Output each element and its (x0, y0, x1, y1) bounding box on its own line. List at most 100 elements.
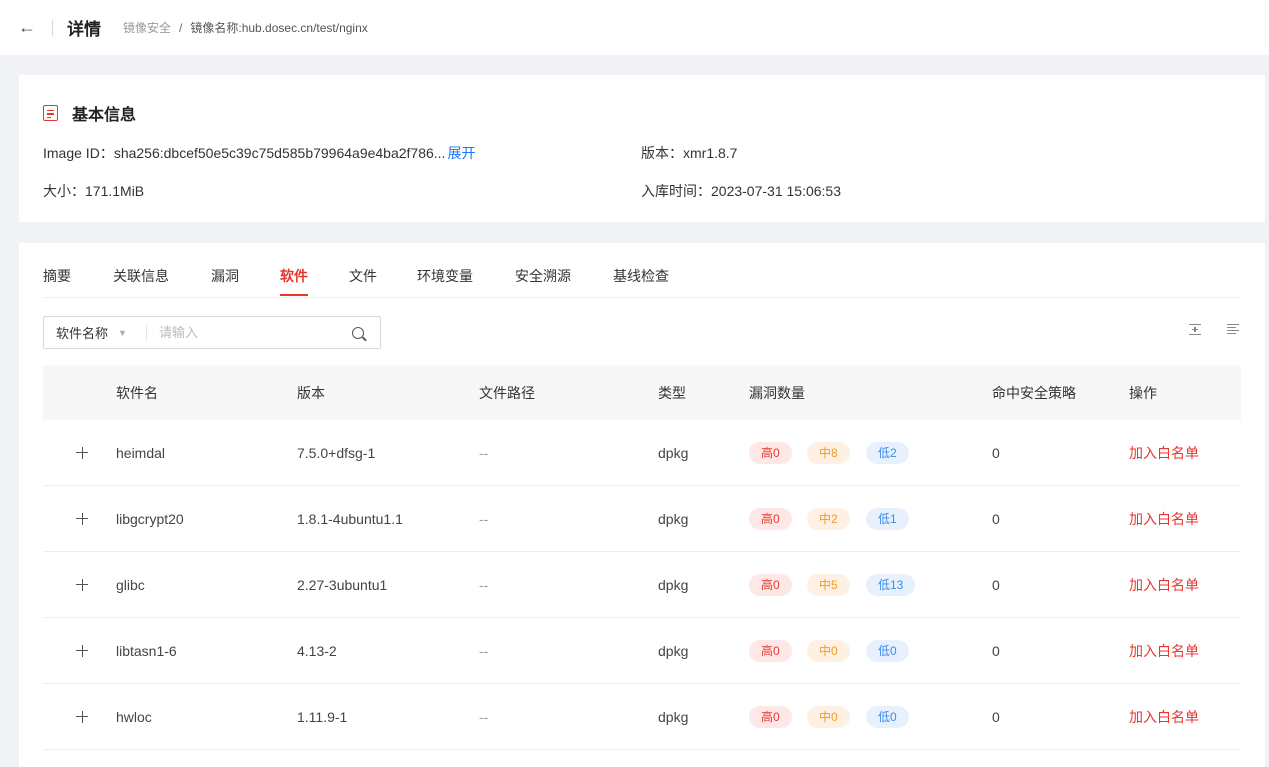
expand-link[interactable]: 展开 (447, 145, 475, 161)
table-header: 软件名 版本 文件路径 类型 漏洞数量 命中安全策略 操作 (43, 365, 1241, 420)
size-label: 大小： (43, 183, 85, 199)
high-severity-badge: 高0 (749, 639, 792, 662)
package-type: dpkg (658, 708, 689, 725)
breadcrumb-image-security[interactable]: 镜像安全 (123, 19, 171, 36)
tab-baseline-check[interactable]: 基线检查 (613, 266, 669, 286)
medium-severity-badge: 中0 (807, 639, 850, 662)
tab-vulnerabilities[interactable]: 漏洞 (211, 266, 239, 286)
policy-hits: 0 (992, 708, 1000, 725)
expand-row-icon[interactable] (76, 578, 88, 591)
add-whitelist-button[interactable]: 加入白名单 (1129, 641, 1199, 661)
column-header-type: 类型 (658, 384, 686, 401)
software-name: hwloc (116, 708, 152, 725)
low-severity-badge: 低2 (866, 441, 909, 464)
detail-card: 摘要 关联信息 漏洞 软件 文件 环境变量 安全溯源 基线检查 软件名称 ▼ 软… (19, 243, 1265, 767)
high-severity-badge: 高0 (749, 573, 792, 596)
file-path: -- (479, 510, 489, 527)
expand-row-icon[interactable] (76, 710, 88, 723)
table-row: hwloc 1.11.9-1 -- dpkg 高0 中0 低0 0 加入白名单 (43, 684, 1241, 750)
file-path: -- (479, 576, 489, 593)
policy-hits: 0 (992, 642, 1000, 659)
ingest-time-value: 2023-07-31 15:06:53 (711, 183, 841, 199)
breadcrumb-separator: / (179, 20, 183, 35)
column-header-path: 文件路径 (479, 384, 535, 401)
file-path: -- (479, 444, 489, 461)
tab-summary[interactable]: 摘要 (43, 266, 71, 286)
low-severity-badge: 低0 (866, 705, 909, 728)
size-value: 171.1MiB (85, 183, 145, 199)
software-name: libtasn1-6 (116, 642, 177, 659)
basic-info-title: 基本信息 (72, 107, 137, 124)
table-row: heimdal 7.5.0+dfsg-1 -- dpkg 高0 中8 低2 0 … (43, 420, 1241, 486)
page-title: 详情 (67, 20, 101, 39)
medium-severity-badge: 中2 (807, 507, 850, 530)
tab-software[interactable]: 软件 (280, 266, 308, 296)
back-arrow-icon[interactable]: ← (18, 17, 38, 38)
expand-row-icon[interactable] (76, 512, 88, 525)
tab-related-info[interactable]: 关联信息 (113, 266, 169, 286)
column-header-name: 软件名 (116, 384, 158, 401)
tab-env-vars[interactable]: 环境变量 (417, 266, 473, 286)
document-icon (43, 105, 58, 121)
software-version: 7.5.0+dfsg-1 (297, 444, 376, 461)
policy-hits: 0 (992, 510, 1000, 527)
low-severity-badge: 低13 (866, 573, 916, 596)
basic-info-header: 基本信息 (43, 101, 136, 125)
package-type: dpkg (658, 510, 689, 527)
file-path: -- (479, 642, 489, 659)
image-id-value: sha256:dbcef50e5c39c75d585b79964a9e4ba2f… (113, 145, 446, 161)
version-value: xmr1.8.7 (683, 145, 738, 161)
medium-severity-badge: 中5 (807, 573, 850, 596)
add-whitelist-button[interactable]: 加入白名单 (1129, 707, 1199, 727)
high-severity-badge: 高0 (749, 441, 792, 464)
column-header-action: 操作 (1129, 384, 1157, 401)
search-input[interactable] (147, 325, 337, 340)
divider (52, 19, 53, 36)
low-severity-badge: 低0 (866, 639, 909, 662)
column-header-vuln-count: 漏洞数量 (749, 384, 805, 401)
expand-row-icon[interactable] (76, 446, 88, 459)
table-row: libgcrypt20 1.8.1-4ubuntu1.1 -- dpkg 高0 … (43, 486, 1241, 552)
policy-hits: 0 (992, 576, 1000, 593)
software-version: 1.8.1-4ubuntu1.1 (297, 510, 403, 527)
image-id-label: Image ID： (43, 145, 114, 161)
add-whitelist-button[interactable]: 加入白名单 (1129, 509, 1199, 529)
software-version: 4.13-2 (297, 642, 337, 659)
table-row: libtasn1-6 4.13-2 -- dpkg 高0 中0 低0 0 加入白… (43, 618, 1241, 684)
column-header-version: 版本 (297, 384, 325, 401)
top-bar: ← 详情 镜像安全 / 镜像名称:hub.dosec.cn/test/nginx (0, 0, 1269, 55)
tab-bar: 摘要 关联信息 漏洞 软件 文件 环境变量 安全溯源 基线检查 (43, 243, 1241, 298)
search-icon[interactable] (352, 326, 364, 339)
high-severity-badge: 高0 (749, 507, 792, 530)
tab-files[interactable]: 文件 (349, 266, 377, 286)
caret-down-icon: ▼ (118, 327, 127, 338)
software-name: heimdal (116, 444, 166, 461)
search-field-select[interactable]: 软件名称 ▼ (44, 323, 146, 342)
software-table: 软件名 版本 文件路径 类型 漏洞数量 命中安全策略 操作 heimdal 7.… (43, 365, 1241, 750)
software-version: 2.27-3ubuntu1 (297, 576, 388, 593)
breadcrumb-image-name: 镜像名称:hub.dosec.cn/test/nginx (190, 21, 368, 35)
expand-row-icon[interactable] (76, 644, 88, 657)
search-field-label: 软件名称 (56, 326, 109, 341)
package-type: dpkg (658, 444, 689, 461)
column-settings-icon[interactable] (1227, 323, 1239, 335)
image-id-field: Image ID：sha256:dbcef50e5c39c75d585b7996… (43, 143, 475, 163)
tab-security-trace[interactable]: 安全溯源 (515, 266, 571, 286)
search-box: 软件名称 ▼ (43, 316, 381, 349)
software-name: libgcrypt20 (116, 510, 184, 527)
high-severity-badge: 高0 (749, 705, 792, 728)
policy-hits: 0 (992, 444, 1000, 461)
file-path: -- (479, 708, 489, 725)
size-field: 大小：171.1MiB (43, 181, 144, 201)
package-type: dpkg (658, 576, 689, 593)
basic-info-card: 基本信息 Image ID：sha256:dbcef50e5c39c75d585… (19, 75, 1265, 222)
software-name: glibc (116, 576, 145, 593)
column-header-policy-hits: 命中安全策略 (992, 384, 1076, 401)
add-whitelist-button[interactable]: 加入白名单 (1129, 443, 1199, 463)
version-field: 版本：xmr1.8.7 (641, 143, 737, 163)
package-type: dpkg (658, 642, 689, 659)
density-icon[interactable] (1189, 323, 1201, 335)
add-whitelist-button[interactable]: 加入白名单 (1129, 575, 1199, 595)
ingest-time-label: 入库时间： (641, 183, 711, 199)
software-version: 1.11.9-1 (297, 708, 348, 725)
